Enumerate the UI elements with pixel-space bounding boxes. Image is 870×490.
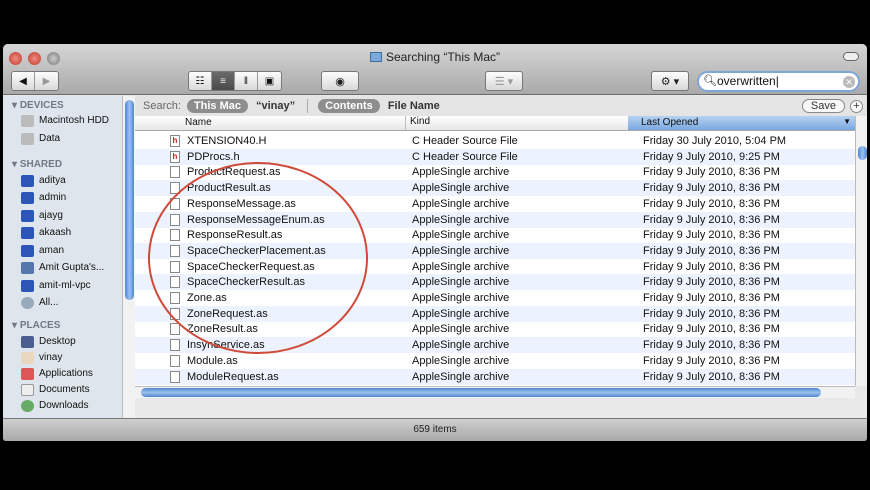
annotation-circle xyxy=(148,162,368,354)
